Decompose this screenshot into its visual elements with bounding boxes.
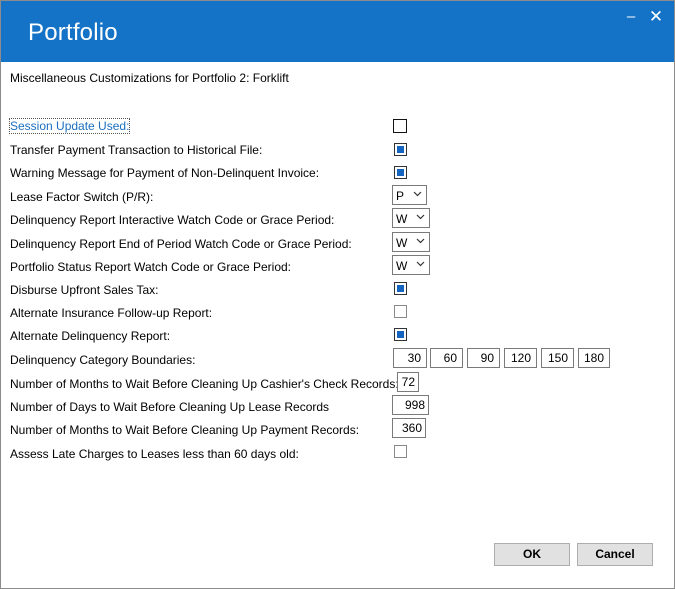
days-lease-input[interactable]: 998 — [392, 395, 429, 415]
alt-insurance-label: Alternate Insurance Follow-up Report: — [10, 306, 213, 320]
boundary-input-4[interactable]: 120 — [504, 348, 537, 368]
delinq-boundaries-label: Delinquency Category Boundaries: — [10, 353, 196, 367]
months-cashier-label: Number of Months to Wait Before Cleaning… — [10, 377, 399, 391]
session-update-checkbox[interactable] — [393, 119, 407, 133]
boundary-input-1[interactable]: 30 — [393, 348, 427, 368]
delinq-end-period-select[interactable]: W — [392, 232, 430, 252]
months-cashier-input[interactable]: 72 — [397, 372, 419, 392]
warning-message-label: Warning Message for Payment of Non-Delin… — [10, 166, 320, 180]
late-charges-checkbox[interactable] — [394, 445, 407, 458]
window-title: Portfolio — [28, 19, 118, 46]
title-bar: Portfolio – ✕ — [1, 1, 674, 62]
boundary-input-2[interactable]: 60 — [430, 348, 463, 368]
ok-button[interactable]: OK — [494, 543, 570, 566]
alt-delinquency-label: Alternate Delinquency Report: — [10, 329, 171, 343]
boundary-input-3[interactable]: 90 — [467, 348, 500, 368]
alt-insurance-checkbox[interactable] — [394, 305, 407, 318]
months-payment-label: Number of Months to Wait Before Cleaning… — [10, 423, 360, 437]
delinq-end-period-label: Delinquency Report End of Period Watch C… — [10, 237, 352, 251]
minimize-icon[interactable]: – — [619, 7, 643, 27]
lease-factor-label: Lease Factor Switch (P/R): — [10, 190, 154, 204]
days-lease-label: Number of Days to Wait Before Cleaning U… — [10, 400, 330, 414]
portfolio-status-label: Portfolio Status Report Watch Code or Gr… — [10, 260, 292, 274]
disburse-upfront-label: Disburse Upfront Sales Tax: — [10, 283, 159, 297]
transfer-payment-label: Transfer Payment Transaction to Historic… — [10, 143, 263, 157]
months-payment-input[interactable]: 360 — [392, 418, 426, 438]
cancel-button[interactable]: Cancel — [577, 543, 653, 566]
portfolio-status-value: W — [396, 259, 408, 273]
lease-factor-select[interactable]: P — [392, 185, 427, 205]
close-icon[interactable]: ✕ — [644, 7, 668, 27]
late-charges-label: Assess Late Charges to Leases less than … — [10, 447, 299, 461]
portfolio-dialog: Portfolio – ✕ Miscellaneous Customizatio… — [0, 0, 675, 589]
disburse-upfront-checkbox[interactable] — [394, 282, 407, 295]
warning-message-checkbox[interactable] — [394, 166, 407, 179]
lease-factor-value: P — [396, 189, 405, 203]
alt-delinquency-checkbox[interactable] — [394, 328, 407, 341]
chevron-down-icon — [413, 191, 422, 197]
boundary-input-6[interactable]: 180 — [578, 348, 610, 368]
portfolio-status-select[interactable]: W — [392, 255, 430, 275]
chevron-down-icon — [416, 214, 425, 220]
transfer-payment-checkbox[interactable] — [394, 143, 407, 156]
chevron-down-icon — [416, 261, 425, 267]
boundary-input-5[interactable]: 150 — [541, 348, 574, 368]
session-update-label[interactable]: Session Update Used: — [8, 118, 131, 134]
delinq-interactive-select[interactable]: W — [392, 208, 430, 228]
delinq-interactive-label: Delinquency Report Interactive Watch Cod… — [10, 213, 335, 227]
delinq-end-period-value: W — [396, 236, 408, 250]
delinq-interactive-value: W — [396, 212, 408, 226]
dialog-heading: Miscellaneous Customizations for Portfol… — [10, 71, 289, 85]
chevron-down-icon — [416, 238, 425, 244]
